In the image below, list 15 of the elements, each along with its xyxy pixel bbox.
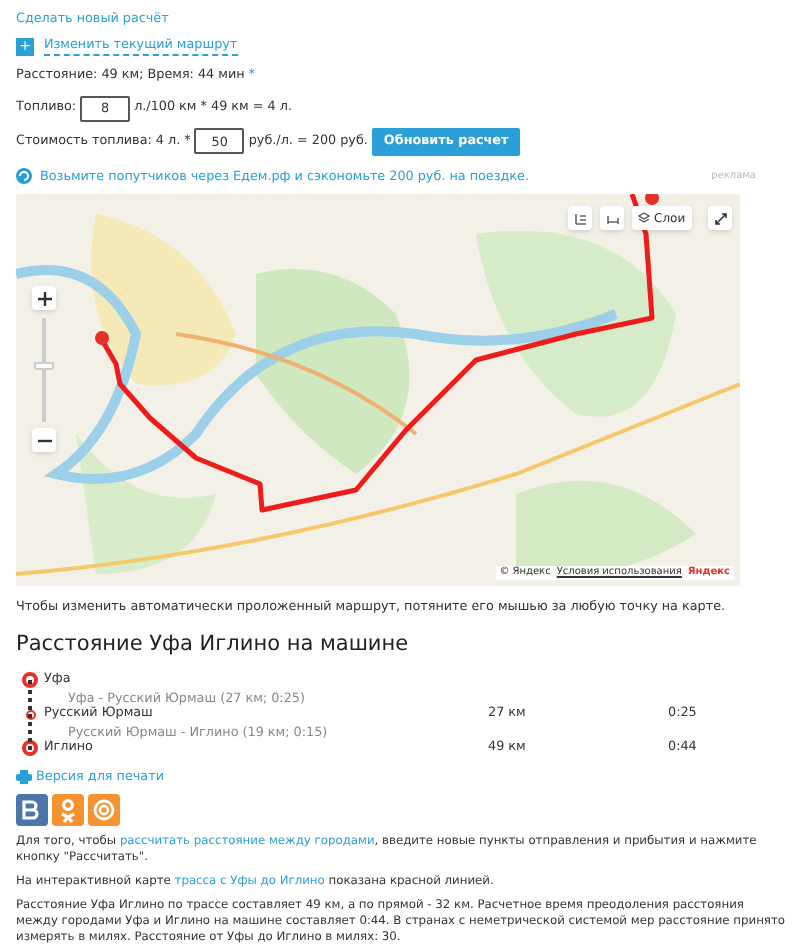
plus-icon: [37, 291, 51, 306]
ruler-icon: [605, 211, 619, 226]
zoom-out-button[interactable]: [32, 428, 56, 453]
zoom-slider-handle[interactable]: [34, 361, 54, 370]
list-icon: [573, 211, 587, 226]
share-icon[interactable]: [16, 794, 48, 827]
fullscreen-button[interactable]: [708, 206, 732, 231]
map-tool-button[interactable]: [568, 206, 592, 231]
ruler-button[interactable]: [600, 206, 624, 231]
layers-icon: [638, 212, 650, 225]
share-icon[interactable]: [52, 794, 84, 827]
route-heading: Расстояние Уфа Иглино на машине: [16, 629, 411, 660]
expand-icon: [713, 211, 727, 226]
zoom-in-button[interactable]: [32, 286, 56, 311]
share-icon[interactable]: [88, 794, 120, 827]
